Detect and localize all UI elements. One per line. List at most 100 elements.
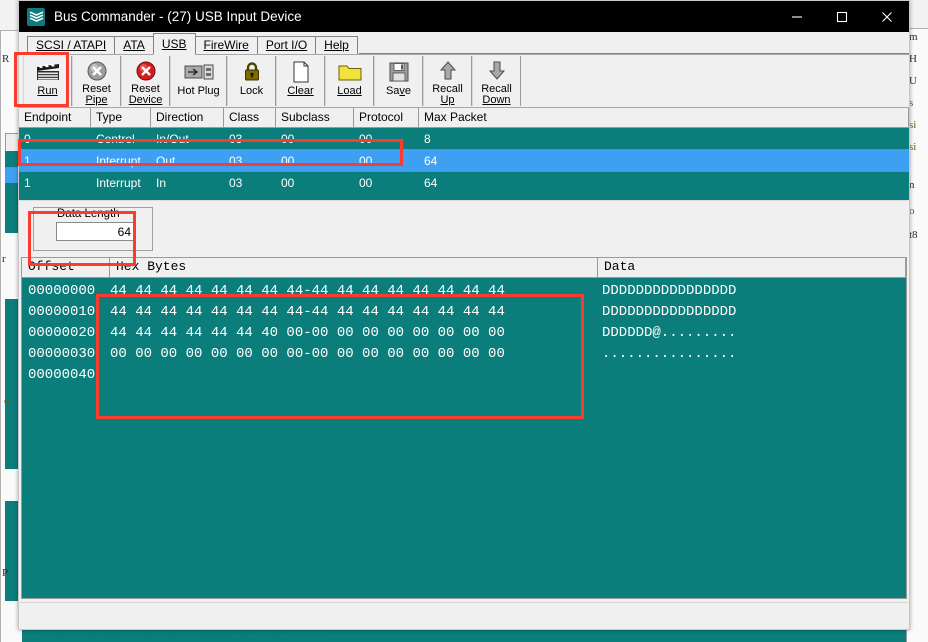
arrow-up-icon	[439, 59, 457, 83]
cell-endpoint: 0	[24, 131, 31, 146]
bg-left-fragment-3: P	[2, 567, 9, 579]
cell-type: Control	[96, 131, 135, 146]
load-button[interactable]: Load	[325, 56, 374, 106]
col-protocol[interactable]: Protocol	[354, 108, 419, 127]
data-length-input[interactable]: 64	[56, 222, 136, 241]
clear-label-text: Clear	[287, 85, 314, 97]
reset-device-button[interactable]: Reset Device	[121, 56, 170, 106]
col-subclass[interactable]: Subclass	[276, 108, 354, 127]
table-row[interactable]: 1 Interrupt In 03 00 00 64	[19, 172, 909, 193]
bus-commander-window: Bus Commander - (27) USB Input Device SC…	[18, 0, 910, 630]
hex-col-data[interactable]: Data	[598, 258, 906, 277]
cell-type: Interrupt	[96, 153, 141, 168]
cell-direction: In	[156, 175, 167, 190]
hex-viewer-header: Offset Hex Bytes Data	[22, 258, 906, 278]
usb-plug-icon	[184, 59, 214, 85]
run-button-label: Run	[37, 86, 57, 97]
bg-right-fragment-1: H	[909, 53, 917, 65]
maximize-icon[interactable]	[819, 1, 864, 32]
tab-port-io-label: Port I/O	[265, 38, 308, 52]
endpoint-table-header: Endpoint Type Direction Class Subclass P…	[19, 108, 909, 128]
hex-row: 00000040	[22, 364, 906, 385]
cell-protocol: 00	[359, 131, 373, 146]
cell-class: 03	[229, 153, 243, 168]
cell-endpoint: 1	[24, 153, 31, 168]
cell-subclass: 00	[281, 131, 295, 146]
hex-offset: 00000010	[28, 303, 96, 320]
hex-col-bytes[interactable]: Hex Bytes	[110, 258, 598, 277]
bg-left-fragment-1: r	[2, 253, 6, 265]
clear-label: Clear	[287, 86, 313, 97]
data-length-group: Data Length 64	[33, 207, 153, 251]
hex-ascii: DDDDDD@.........	[602, 324, 737, 341]
recall-down-button[interactable]: Recall Down	[472, 56, 521, 106]
cell-class: 03	[229, 175, 243, 190]
gray-x-circle-icon	[86, 59, 108, 83]
bg-right-fragment-0: m	[909, 31, 918, 43]
cell-max-packet: 64	[424, 175, 438, 190]
arrow-down-icon	[488, 59, 506, 83]
bus-commander-icon	[27, 7, 45, 26]
window-title: Bus Commander - (27) USB Input Device	[54, 9, 302, 24]
data-length-panel: Data Length 64	[19, 200, 909, 257]
padlock-icon	[242, 59, 262, 85]
save-button[interactable]: Save	[374, 56, 423, 106]
hex-bytes: 44 44 44 44 44 44 40 00-00 00 00 00 00 0…	[110, 324, 505, 341]
save-label-pre: Sa	[385, 85, 400, 97]
run-label-text: Run	[37, 85, 58, 97]
hex-bytes: 44 44 44 44 44 44 44 44-44 44 44 44 44 4…	[110, 282, 505, 299]
cell-endpoint: 1	[24, 175, 31, 190]
window-status-strip	[19, 602, 909, 629]
tab-scsi-atapi[interactable]: SCSI / ATAPI	[27, 36, 116, 54]
tab-ata[interactable]: ATA	[114, 36, 154, 54]
reset-pipe-label: Reset Pipe	[82, 84, 111, 106]
run-button[interactable]: Run	[23, 56, 72, 106]
load-label: Load	[337, 86, 361, 97]
reset-pipe-label-2: Pipe	[85, 94, 108, 106]
table-row-selected[interactable]: 1 Interrupt Out 03 00 00 64	[19, 149, 909, 172]
hot-plug-button[interactable]: Hot Plug	[170, 56, 227, 106]
col-endpoint[interactable]: Endpoint	[19, 108, 91, 127]
col-class[interactable]: Class	[224, 108, 276, 127]
tab-port-io[interactable]: Port I/O	[256, 36, 317, 54]
recall-up-button[interactable]: Recall Up	[423, 56, 472, 106]
save-label: Save	[386, 86, 411, 97]
reset-device-label: Reset Device	[129, 84, 163, 106]
clear-button[interactable]: Clear	[276, 56, 325, 106]
lock-button[interactable]: Lock	[227, 56, 276, 106]
lock-label: Lock	[240, 86, 263, 97]
hex-ascii: DDDDDDDDDDDDDDDD	[602, 303, 737, 320]
hex-ascii: ................	[602, 345, 737, 362]
bg-right-fragment-5: si	[909, 141, 917, 153]
hex-row: 00000030 00 00 00 00 00 00 00 00-00 00 0…	[22, 343, 906, 364]
reset-pipe-button[interactable]: Reset Pipe	[72, 56, 121, 106]
tab-help-label: Help	[324, 38, 349, 52]
tab-usb[interactable]: USB	[152, 33, 196, 55]
close-icon[interactable]	[864, 1, 909, 32]
hex-col-offset[interactable]: Offset	[22, 258, 110, 277]
cell-max-packet: 8	[424, 131, 431, 146]
tab-help[interactable]: Help	[315, 36, 358, 54]
minimize-icon[interactable]	[774, 1, 819, 32]
col-max-packet[interactable]: Max Packet	[419, 108, 909, 127]
hex-bytes: 44 44 44 44 44 44 44 44-44 44 44 44 44 4…	[110, 303, 505, 320]
hex-viewer-body[interactable]: 00000000 44 44 44 44 44 44 44 44-44 44 4…	[22, 278, 906, 598]
bg-status-text: Power Draw: 100 milliamps @ 5.0 volts	[40, 628, 325, 642]
cell-subclass: 00	[281, 153, 295, 168]
cell-direction: Out	[156, 153, 176, 168]
tab-firewire-label: FireWire	[203, 38, 249, 52]
col-type[interactable]: Type	[91, 108, 151, 127]
hot-plug-label: Hot Plug	[177, 86, 219, 97]
endpoint-table-body: 0 Control In/Out 03 00 00 8 1 Interrupt …	[19, 128, 909, 200]
floppy-disk-icon	[388, 59, 410, 85]
clapperboard-icon	[35, 59, 61, 85]
tab-strip-filler	[358, 36, 909, 54]
red-x-circle-icon	[135, 59, 157, 83]
tab-firewire[interactable]: FireWire	[194, 36, 258, 54]
col-direction[interactable]: Direction	[151, 108, 224, 127]
main-tab-strip: SCSI / ATAPI ATA USB FireWire Port I/O H…	[19, 32, 909, 55]
table-row[interactable]: 0 Control In/Out 03 00 00 8	[19, 128, 909, 149]
cell-protocol: 00	[359, 175, 373, 190]
cell-subclass: 00	[281, 175, 295, 190]
title-bar[interactable]: Bus Commander - (27) USB Input Device	[19, 1, 909, 32]
